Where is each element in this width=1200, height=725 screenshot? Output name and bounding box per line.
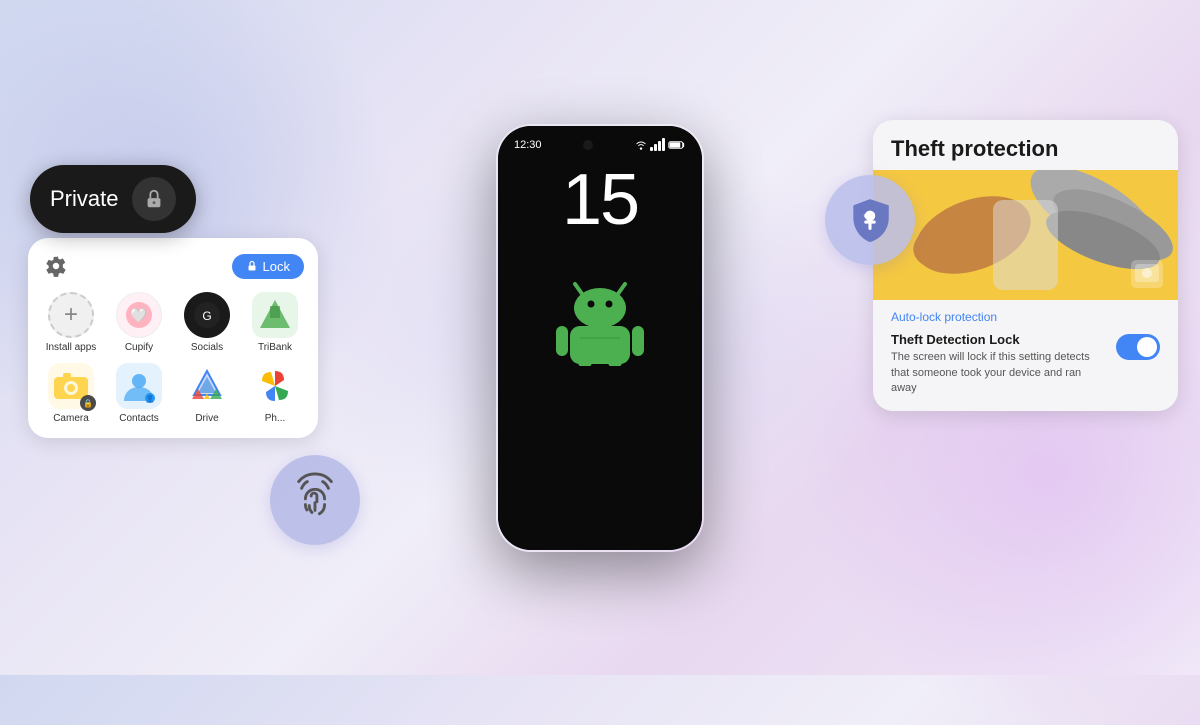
- phone-time: 12:30: [514, 139, 542, 151]
- detection-title: Theft Detection Lock: [891, 332, 1106, 347]
- lock-button[interactable]: Lock: [232, 254, 304, 279]
- app-label: Install apps: [46, 342, 97, 353]
- tribank-icon: [252, 292, 298, 338]
- status-bar: 12:30: [498, 126, 702, 154]
- camera-icon: 🔒: [48, 363, 94, 409]
- phone: 12:30: [495, 123, 705, 553]
- svg-text:G: G: [202, 309, 211, 323]
- phone-container: 12:30: [495, 123, 705, 553]
- camera-badge: 🔒: [80, 395, 96, 411]
- list-item[interactable]: 👤 Contacts: [110, 363, 168, 424]
- svg-text:🤍: 🤍: [130, 307, 148, 323]
- list-item[interactable]: Ph...: [246, 363, 304, 424]
- app-label: Drive: [195, 413, 218, 424]
- app-label: Cupify: [125, 342, 153, 353]
- lock-icon: [132, 177, 176, 221]
- fingerprint-bubble[interactable]: [270, 455, 360, 545]
- list-item[interactable]: + Install apps: [42, 292, 100, 353]
- android-mascot: [550, 276, 650, 371]
- app-grid-header: Lock: [42, 252, 304, 280]
- svg-text:👤: 👤: [146, 394, 155, 403]
- theft-protection-card: Theft protection Auto-lock protection Th…: [873, 120, 1178, 411]
- theft-detection-row: Theft Detection Lock The screen will loc…: [891, 332, 1160, 396]
- photos-icon: [252, 363, 298, 409]
- auto-lock-label: Auto-lock protection: [891, 310, 1160, 324]
- signal-bars: [650, 138, 665, 151]
- detection-description: The screen will lock if this setting det…: [891, 350, 1106, 396]
- lock-button-label: Lock: [263, 259, 290, 274]
- app-label: TriBank: [258, 342, 292, 353]
- list-item[interactable]: 🤍 Cupify: [110, 292, 168, 353]
- list-item[interactable]: TriBank: [246, 292, 304, 353]
- app-label: Socials: [191, 342, 223, 353]
- toggle-knob: [1137, 337, 1157, 357]
- list-item[interactable]: 🔒 Camera: [42, 363, 100, 424]
- theft-illustration-svg: [873, 170, 1178, 300]
- app-grid: + Install apps 🤍 Cupify G Socials: [42, 292, 304, 424]
- app-label: Ph...: [265, 413, 286, 424]
- private-label: Private: [50, 186, 118, 212]
- app-label: Camera: [53, 413, 89, 424]
- phone-clock: 15: [562, 164, 638, 236]
- theft-toggle[interactable]: [1116, 334, 1160, 360]
- list-item[interactable]: Drive: [178, 363, 236, 424]
- theft-title: Theft protection: [891, 136, 1160, 162]
- status-icons: [635, 138, 686, 151]
- socials-icon: G: [184, 292, 230, 338]
- app-grid-card: Lock + Install apps 🤍 Cupify G: [28, 238, 318, 438]
- drive-icon: [184, 363, 230, 409]
- camera-notch: [583, 140, 593, 150]
- theft-detection-text: Theft Detection Lock The screen will loc…: [891, 332, 1106, 396]
- contacts-icon: 👤: [116, 363, 162, 409]
- phone-screen: 12:30: [498, 126, 702, 550]
- shield-bubble: [825, 175, 915, 265]
- theft-illustration: [873, 170, 1178, 300]
- theft-card-body: Auto-lock protection Theft Detection Loc…: [873, 300, 1178, 410]
- gear-icon[interactable]: [42, 252, 70, 280]
- cupify-icon: 🤍: [116, 292, 162, 338]
- list-item[interactable]: G Socials: [178, 292, 236, 353]
- theft-card-header: Theft protection: [873, 120, 1178, 170]
- install-apps-icon: +: [48, 292, 94, 338]
- app-label: Contacts: [119, 413, 158, 424]
- shield-key-icon: [845, 195, 895, 245]
- fingerprint-icon: [292, 472, 338, 528]
- private-toggle[interactable]: Private: [30, 165, 196, 233]
